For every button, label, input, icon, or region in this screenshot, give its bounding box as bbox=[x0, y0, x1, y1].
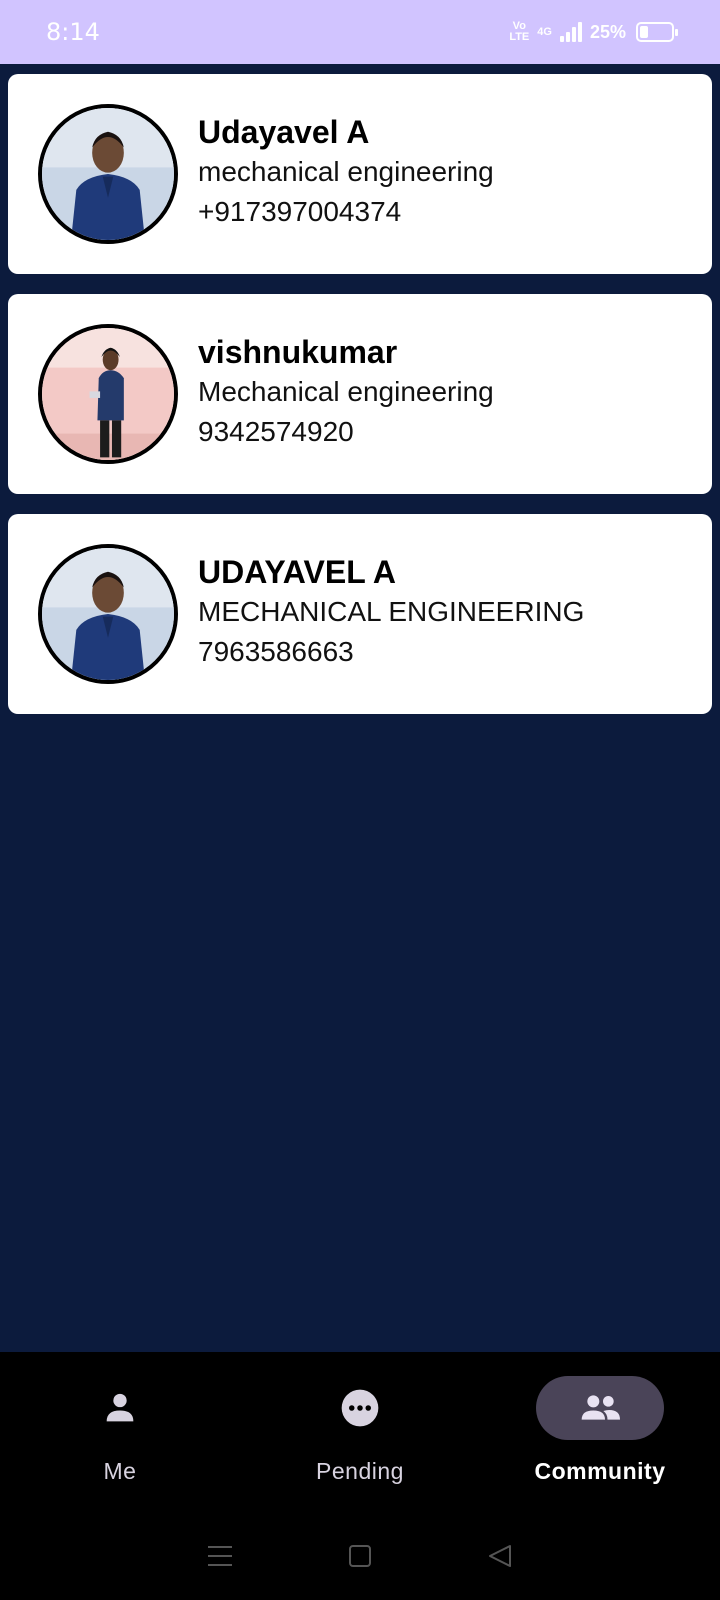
contact-department: mechanical engineering bbox=[198, 156, 494, 187]
nav-item-pending[interactable]: Pending bbox=[240, 1352, 480, 1512]
nav-pill bbox=[56, 1376, 184, 1440]
contact-card[interactable]: vishnukumar Mechanical engineering 93425… bbox=[8, 294, 712, 494]
person-photo-avatar bbox=[42, 548, 174, 680]
bottom-navigation: Me Pending Community bbox=[0, 1352, 720, 1512]
home-square-icon[interactable] bbox=[347, 1543, 373, 1569]
signal-icon bbox=[559, 22, 582, 42]
contact-card[interactable]: UDAYAVEL A MECHANICAL ENGINEERING 796358… bbox=[8, 514, 712, 714]
nav-label: Community bbox=[534, 1458, 666, 1484]
contact-phone: 9342574920 bbox=[198, 416, 354, 447]
contact-list: Udayavel A mechanical engineering +91739… bbox=[8, 74, 712, 734]
volte-icon: Vo LTE bbox=[509, 20, 530, 43]
status-time: 8:14 bbox=[46, 18, 100, 46]
system-navigation bbox=[0, 1512, 720, 1600]
battery-percent: 25% bbox=[589, 21, 626, 42]
contact-name: UDAYAVEL A bbox=[198, 554, 396, 590]
nav-item-community[interactable]: Community bbox=[480, 1352, 720, 1512]
contact-card[interactable]: Udayavel A mechanical engineering +91739… bbox=[8, 74, 712, 274]
person-photo-avatar bbox=[42, 108, 174, 240]
nav-label: Pending bbox=[316, 1458, 404, 1484]
contact-phone: 7963586663 bbox=[198, 636, 354, 667]
network-type: 4G bbox=[537, 25, 552, 38]
nav-pill bbox=[296, 1376, 424, 1440]
menu-icon[interactable] bbox=[206, 1543, 234, 1569]
group-icon bbox=[581, 1395, 620, 1420]
contact-department: Mechanical engineering bbox=[198, 376, 494, 407]
contact-department: MECHANICAL ENGINEERING bbox=[198, 596, 585, 627]
avatar bbox=[38, 544, 178, 684]
avatar bbox=[38, 324, 178, 464]
status-icons: Vo LTE 4G 25% bbox=[509, 20, 678, 43]
nav-label: Me bbox=[103, 1458, 137, 1484]
contact-phone: +917397004374 bbox=[198, 196, 402, 227]
more-horizontal-circle-icon bbox=[341, 1389, 379, 1427]
person-photo-avatar bbox=[42, 328, 174, 460]
nav-pill bbox=[536, 1376, 664, 1440]
back-triangle-icon[interactable] bbox=[486, 1543, 514, 1569]
battery-icon bbox=[636, 22, 678, 42]
status-bar: 8:14 Vo LTE 4G 25% bbox=[0, 0, 720, 64]
contact-name: vishnukumar bbox=[198, 334, 398, 370]
contact-name: Udayavel A bbox=[198, 114, 370, 150]
avatar bbox=[38, 104, 178, 244]
nav-item-me[interactable]: Me bbox=[0, 1352, 240, 1512]
person-icon bbox=[106, 1393, 134, 1422]
